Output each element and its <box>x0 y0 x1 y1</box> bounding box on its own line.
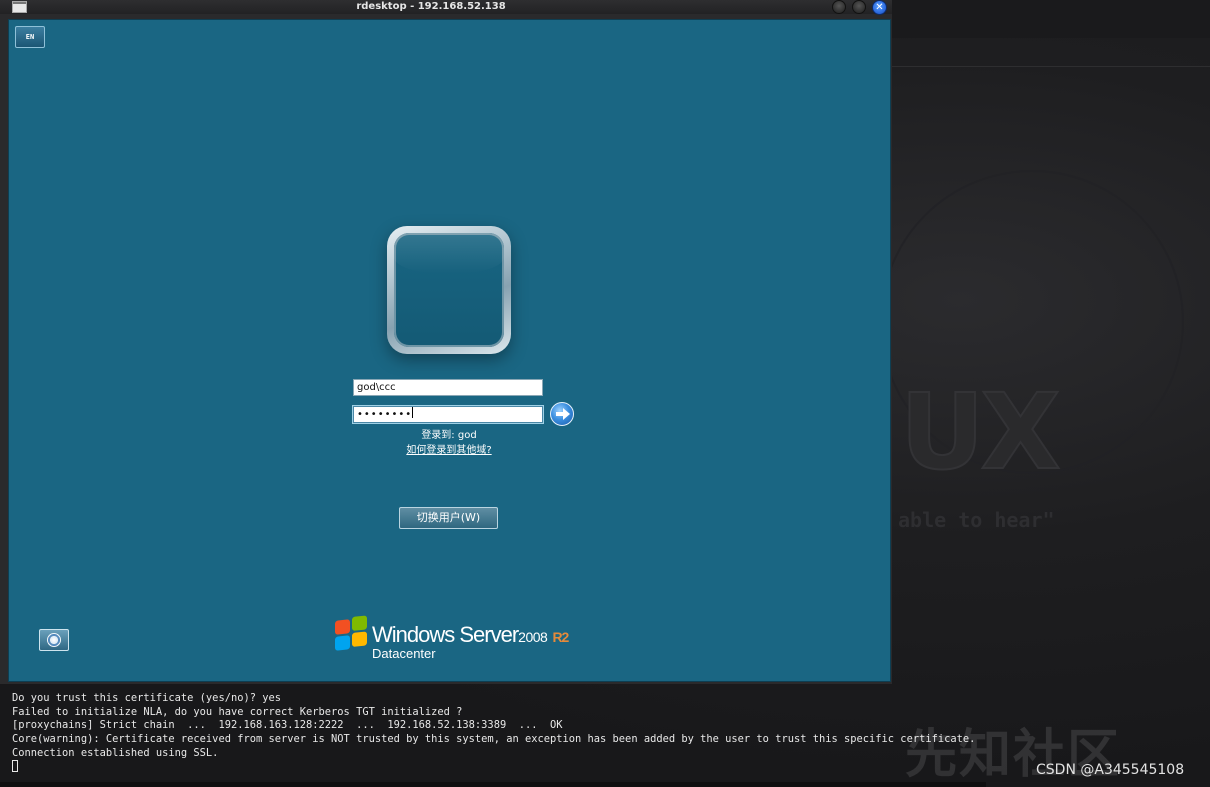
username-field[interactable] <box>353 379 543 396</box>
flag-blue <box>335 635 350 651</box>
logo-version: 2008 <box>518 629 548 645</box>
terminal-line: Core(warning): Certificate received from… <box>12 733 976 745</box>
background-topbar <box>892 0 1210 38</box>
maximize-icon[interactable] <box>852 0 866 14</box>
password-field[interactable]: •••••••• <box>353 406 543 423</box>
terminal-cursor <box>12 760 18 772</box>
terminal-line: Connection established using SSL. <box>12 747 219 759</box>
login-domain-label: 登录到: god <box>421 430 477 441</box>
background-slogan: able to hear" <box>898 508 1055 532</box>
logo-release: R2 <box>552 629 569 645</box>
taskbar-strip <box>0 782 986 787</box>
ease-of-access-button[interactable] <box>39 629 69 651</box>
csdn-watermark: CSDN @A345545108 <box>1036 762 1185 778</box>
switch-user-button[interactable]: 切换用户(W) <box>399 507 498 529</box>
logo-brand: Windows Server <box>372 622 519 647</box>
flag-yellow <box>352 631 367 647</box>
flag-green <box>352 615 367 631</box>
user-picture-glass <box>394 233 504 273</box>
password-dots: •••••••• <box>357 409 413 420</box>
terminal-line: Do you trust this certificate (yes/no)? … <box>12 692 281 704</box>
text-caret <box>412 407 414 418</box>
flag-red <box>335 619 350 635</box>
logo-edition: Datacenter <box>372 646 436 661</box>
close-icon[interactable]: ✕ <box>872 0 887 15</box>
minimize-icon[interactable] <box>832 0 846 14</box>
terminal-line: Failed to initialize NLA, do you have co… <box>12 706 463 718</box>
windows-flag-icon <box>335 615 369 653</box>
remote-login-screen[interactable]: EN •••••••• 登录到: god 如何登录到其他域? 切换用户(W) W… <box>8 19 891 682</box>
other-domain-link[interactable]: 如何登录到其他域? <box>349 444 549 457</box>
terminal-line: [proxychains] Strict chain ... 192.168.1… <box>12 719 563 731</box>
window-title: rdesktop - 192.168.52.138 <box>356 1 506 12</box>
user-picture-frame <box>387 226 511 354</box>
submit-arrow-icon[interactable] <box>550 402 574 426</box>
background-divider <box>892 66 1210 67</box>
background-logo-text: UX <box>899 371 1062 493</box>
rdesktop-window: rdesktop - 192.168.52.138 ✕ EN •••••••• … <box>0 0 892 684</box>
language-indicator[interactable]: EN <box>15 26 45 48</box>
windows-server-logo: Windows Server2008 R2 Datacenter <box>335 615 575 667</box>
window-titlebar[interactable]: rdesktop - 192.168.52.138 ✕ <box>0 0 892 15</box>
ease-of-access-icon <box>47 633 61 647</box>
